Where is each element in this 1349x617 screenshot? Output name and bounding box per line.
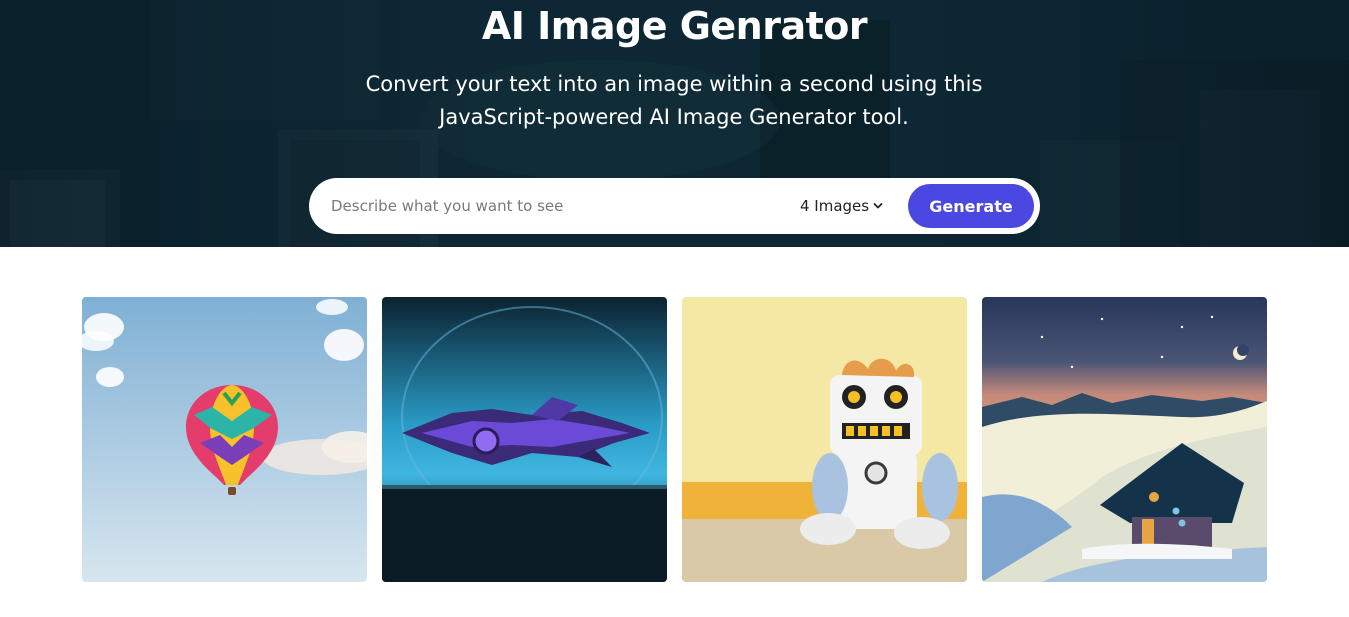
generate-form: 4 Images Generate [309, 178, 1040, 234]
plush-robot-image [682, 297, 967, 582]
gallery-image-card[interactable] [82, 297, 367, 582]
prompt-input[interactable] [331, 192, 771, 220]
page-title: AI Image Genrator [481, 4, 868, 48]
image-gallery [0, 247, 1349, 617]
page-subtitle: Convert your text into an image within a… [365, 72, 983, 129]
generate-button[interactable]: Generate [908, 184, 1034, 228]
gallery-image-card[interactable] [682, 297, 967, 582]
spaceship-image [382, 297, 667, 582]
chevron-down-icon [873, 203, 883, 209]
image-quantity-select[interactable]: 4 Images [800, 195, 883, 217]
hero-banner: AI Image Genrator Convert your text into… [0, 0, 1349, 247]
snowy-hut-image [982, 297, 1267, 582]
gallery-image-card[interactable] [382, 297, 667, 582]
hot-air-balloon-image [82, 297, 367, 582]
gallery-image-card[interactable] [982, 297, 1267, 582]
image-quantity-value: 4 Images [800, 197, 870, 215]
